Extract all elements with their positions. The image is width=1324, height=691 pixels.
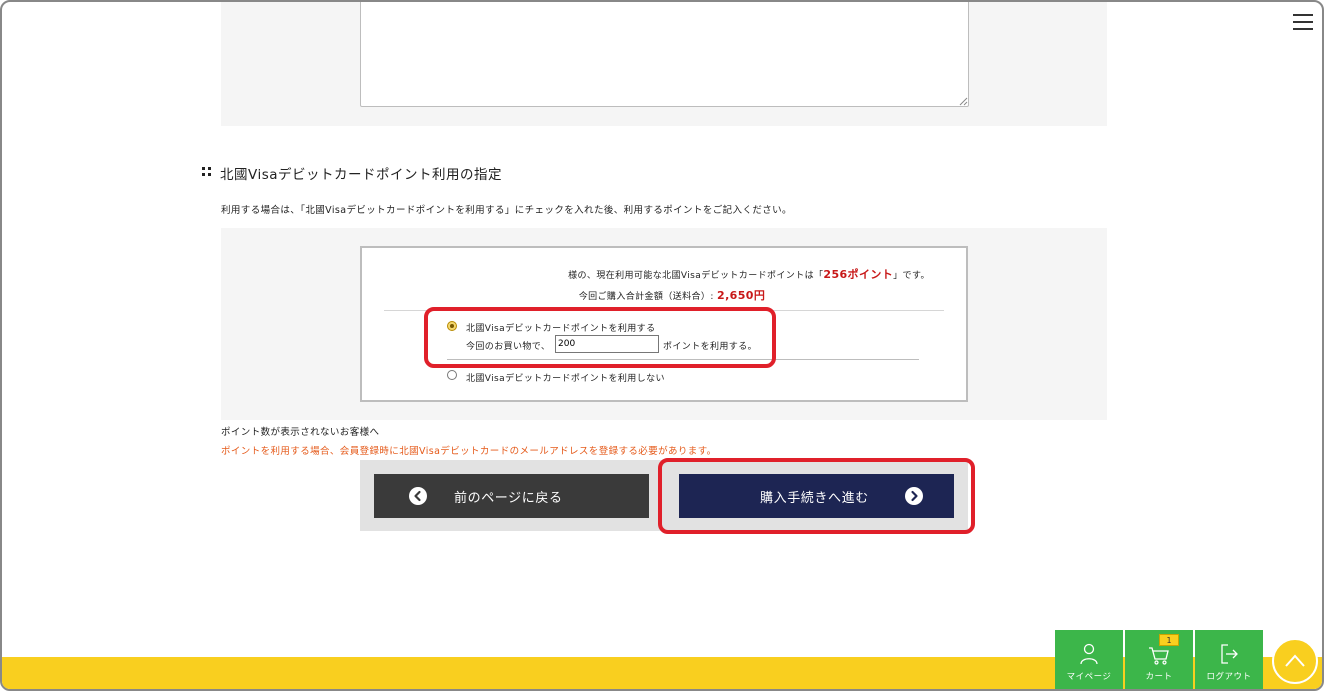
section-bullet-icon <box>202 166 212 178</box>
nav-cart-button[interactable]: 1 カート <box>1125 630 1193 689</box>
available-pre: 様の、現在利用可能な北國Visaデビットカードポイントは「 <box>568 271 824 281</box>
nav-logout-label: ログアウト <box>1206 672 1252 682</box>
use-points-pre: 今回のお買い物で、 <box>466 342 551 352</box>
nav-mypage-button[interactable]: マイページ <box>1055 630 1123 689</box>
back-button[interactable]: 前のページに戻る <box>374 474 649 518</box>
comment-textarea[interactable] <box>360 2 969 107</box>
available-post: 」です。 <box>893 271 930 281</box>
total-amount-text: 今回ご購入合計金額（送料合）: 2,650円 <box>2 287 1322 303</box>
use-points-label[interactable]: 北國Visaデビットカードポイントを利用する <box>466 321 655 334</box>
divider <box>447 359 919 360</box>
total-label: 今回ご購入合計金額（送料合）: <box>578 292 714 302</box>
points-section-title: 北國Visaデビットカードポイント利用の指定 <box>220 167 502 183</box>
resize-grip-icon[interactable] <box>959 97 968 106</box>
available-points-value: 256ポイント <box>823 268 894 281</box>
logout-icon <box>1221 644 1238 664</box>
chevron-left-icon <box>409 487 427 505</box>
scroll-to-top-button[interactable] <box>1272 638 1318 684</box>
hamburger-menu-icon[interactable] <box>1293 14 1313 30</box>
divider <box>384 310 944 311</box>
back-button-label: 前のページに戻る <box>454 491 563 506</box>
proceed-button-label: 購入手続きへ進む <box>760 491 869 506</box>
points-instruction: 利用する場合は、「北國Visaデビットカードポイントを利用する」にチェックを入れ… <box>221 205 792 216</box>
nav-cart-label: カート <box>1145 672 1173 682</box>
nav-logout-button[interactable]: ログアウト <box>1195 630 1263 689</box>
points-amount-input[interactable] <box>555 335 659 353</box>
proceed-to-checkout-button[interactable]: 購入手続きへ進む <box>679 474 954 518</box>
use-points-post: ポイントを利用する。 <box>663 342 758 352</box>
available-points-text: 様の、現在利用可能な北國Visaデビットカードポイントは「256ポイント」です。 <box>2 266 1322 282</box>
chevron-right-icon <box>905 487 923 505</box>
points-note: ポイント数が表示されないお客様へ <box>221 427 380 438</box>
page-frame: 北國Visaデビットカードポイント利用の指定 利用する場合は、「北國Visaデビ… <box>0 0 1324 691</box>
use-points-radio[interactable] <box>447 321 457 331</box>
cart-count-badge: 1 <box>1159 634 1179 646</box>
chevron-up-icon <box>1285 654 1305 667</box>
customer-name-redacted <box>443 266 499 279</box>
no-use-points-label[interactable]: 北國Visaデビットカードポイントを利用しない <box>466 371 665 384</box>
user-icon <box>1080 643 1098 665</box>
no-use-points-radio[interactable] <box>447 370 457 380</box>
points-warning: ポイントを利用する場合、会員登録時に北國Visaデビットカードのメールアドレスを… <box>221 446 717 457</box>
nav-mypage-label: マイページ <box>1066 672 1112 682</box>
total-amount-value: 2,650円 <box>717 289 766 302</box>
